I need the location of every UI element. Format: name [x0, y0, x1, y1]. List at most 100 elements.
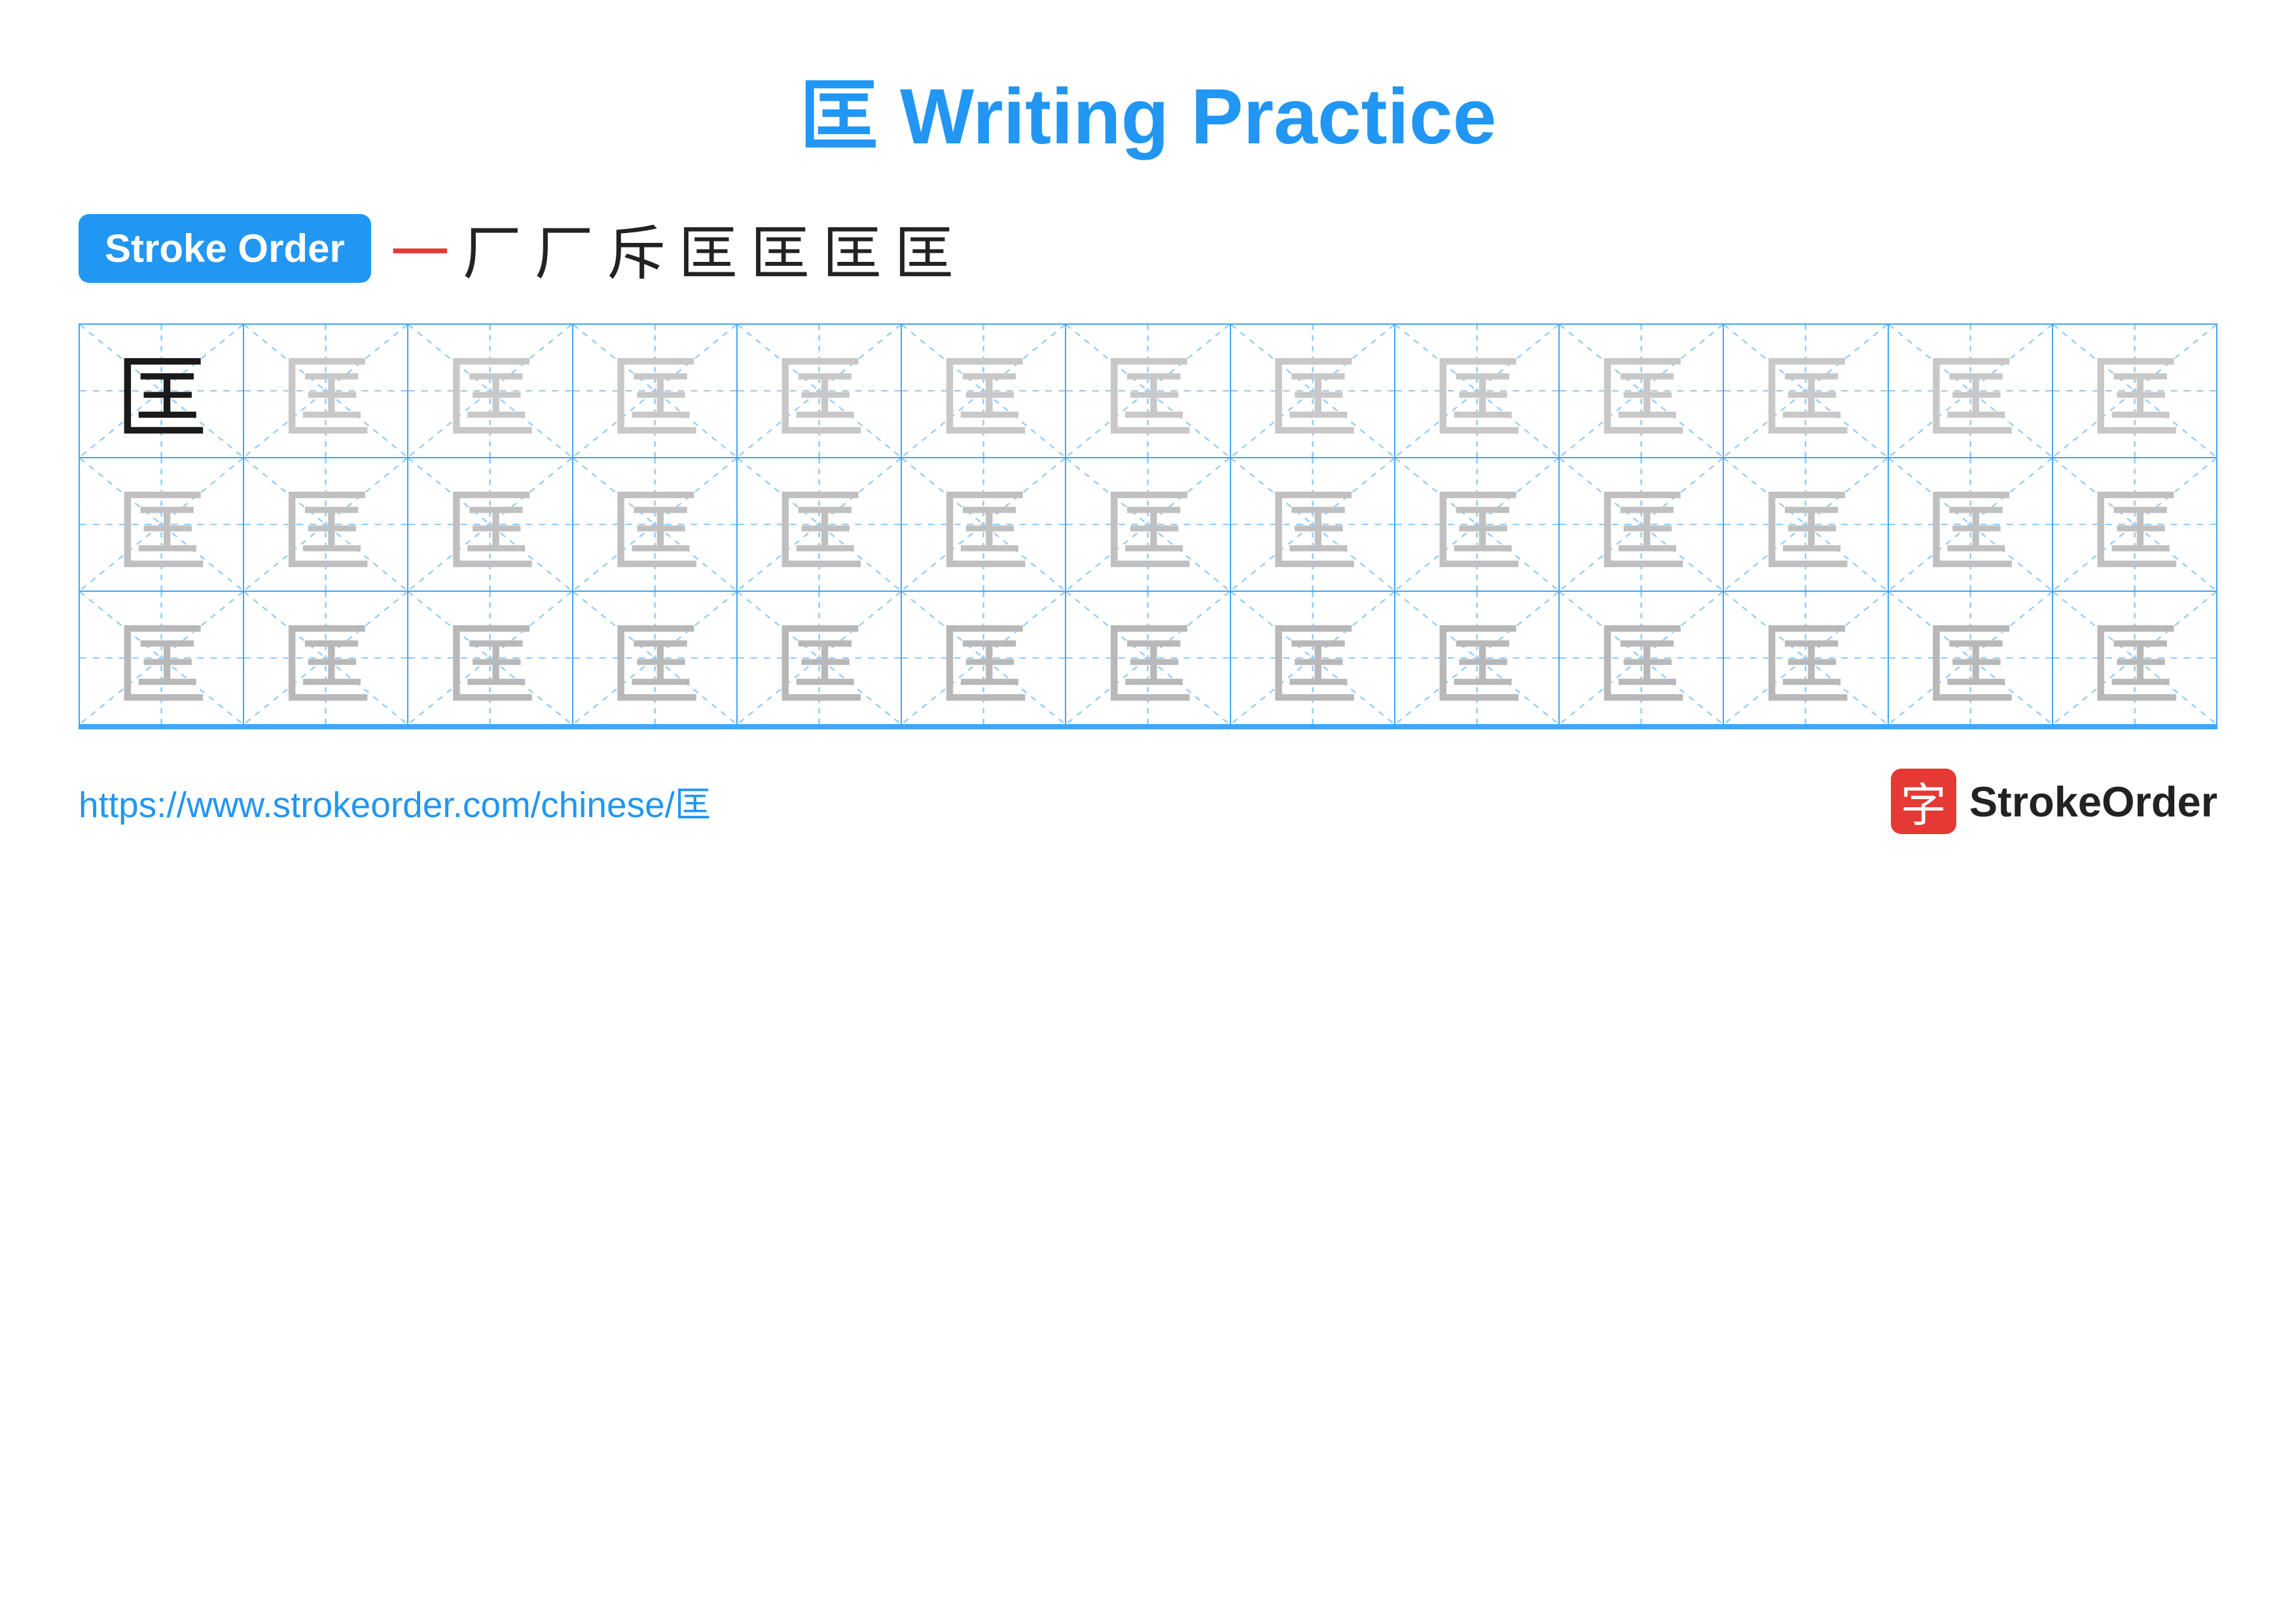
- brand-name: StrokeOrder: [1969, 777, 2217, 826]
- stroke-6: 匡: [751, 206, 810, 291]
- grid-cell[interactable]: 匡: [573, 325, 738, 457]
- grid-cell[interactable]: 匡: [573, 592, 738, 724]
- practice-char: 匡: [774, 458, 865, 591]
- grid-cell[interactable]: 匡: [1066, 592, 1230, 724]
- grid-cell[interactable]: 匡: [738, 458, 902, 591]
- practice-char: 匡: [938, 325, 1030, 457]
- practice-char: 匡: [1924, 458, 2016, 591]
- grid-cell[interactable]: 匡: [1724, 458, 1888, 591]
- grid-cell[interactable]: 匡: [80, 325, 244, 457]
- grid-cell[interactable]: 匡: [1066, 325, 1230, 457]
- grid-cell[interactable]: 匡: [573, 458, 738, 591]
- grid-cell[interactable]: 匡: [1395, 325, 1560, 457]
- grid-cell[interactable]: 匡: [244, 458, 408, 591]
- grid-cell[interactable]: 匡: [1889, 592, 2053, 724]
- grid-cell[interactable]: 匡: [408, 458, 573, 591]
- grid-cell[interactable]: 匡: [738, 325, 902, 457]
- stroke-7: 匡: [823, 206, 882, 291]
- practice-grid: 匡匡匡匡匡匡匡匡匡匡匡匡匡匡匡匡匡匡匡匡匡匡匡匡匡匡匡匡匡匡匡匡匡匡匡匡匡匡匡: [79, 323, 2217, 729]
- grid-row: 匡匡匡匡匡匡匡匡匡匡匡匡匡: [80, 592, 2216, 725]
- practice-char: 匡: [280, 458, 372, 591]
- practice-char: 匡: [1596, 325, 1687, 457]
- stroke-2: 厂: [463, 206, 522, 291]
- practice-char: 匡: [1596, 458, 1687, 591]
- grid-cell[interactable]: 匡: [902, 325, 1066, 457]
- grid-cell[interactable]: 匡: [1889, 325, 2053, 457]
- grid-cell[interactable]: 匡: [902, 592, 1066, 724]
- practice-char: 匡: [1102, 592, 1194, 724]
- practice-char: 匡: [774, 325, 865, 457]
- practice-char: 匡: [116, 325, 207, 457]
- stroke-order-row: Stroke Order 一 厂 厂 斥 匡 匡 匡 匡: [79, 206, 2217, 291]
- practice-char: 匡: [609, 458, 700, 591]
- practice-char: 匡: [1431, 592, 1522, 724]
- grid-cell[interactable]: 匡: [408, 325, 573, 457]
- practice-char: 匡: [280, 325, 372, 457]
- practice-char: 匡: [609, 592, 700, 724]
- practice-char: 匡: [609, 325, 700, 457]
- footer: https://www.strokeorder.com/chinese/匡 字 …: [79, 769, 2217, 834]
- stroke-5: 匡: [679, 206, 738, 291]
- grid-cell[interactable]: 匡: [1066, 458, 1230, 591]
- grid-cell[interactable]: 匡: [408, 592, 573, 724]
- practice-char: 匡: [1102, 325, 1194, 457]
- practice-char: 匡: [116, 592, 207, 724]
- practice-char: 匡: [1266, 458, 1358, 591]
- footer-url[interactable]: https://www.strokeorder.com/chinese/匡: [79, 775, 711, 828]
- practice-char: 匡: [1266, 592, 1358, 724]
- practice-char: 匡: [938, 592, 1030, 724]
- stroke-sequence: 一 厂 厂 斥 匡 匡 匡 匡: [391, 206, 954, 291]
- grid-row: [80, 727, 2216, 728]
- stroke-order-badge: Stroke Order: [79, 214, 371, 283]
- grid-cell[interactable]: 匡: [1560, 458, 1724, 591]
- grid-cell[interactable]: 匡: [902, 458, 1066, 591]
- grid-cell[interactable]: 匡: [244, 325, 408, 457]
- grid-cell[interactable]: 匡: [2053, 592, 2216, 724]
- grid-cell[interactable]: 匡: [1724, 325, 1888, 457]
- grid-cell[interactable]: 匡: [1231, 325, 1395, 457]
- stroke-4: 斥: [607, 206, 666, 291]
- grid-cell[interactable]: 匡: [244, 592, 408, 724]
- practice-char: 匡: [1102, 458, 1194, 591]
- footer-brand: 字 StrokeOrder: [1891, 769, 2217, 834]
- page-title: 匡 Writing Practice: [800, 52, 1497, 166]
- grid-cell[interactable]: 匡: [738, 592, 902, 724]
- grid-cell[interactable]: 匡: [1560, 592, 1724, 724]
- practice-char: 匡: [1266, 325, 1358, 457]
- grid-row: 匡匡匡匡匡匡匡匡匡匡匡匡匡: [80, 325, 2216, 458]
- grid-row: 匡匡匡匡匡匡匡匡匡匡匡匡匡: [80, 458, 2216, 592]
- practice-char: 匡: [1760, 325, 1852, 457]
- grid-cell[interactable]: 匡: [1395, 458, 1560, 591]
- practice-char: 匡: [444, 458, 536, 591]
- practice-char: 匡: [116, 458, 207, 591]
- grid-cell[interactable]: 匡: [1889, 458, 2053, 591]
- practice-char: 匡: [1924, 325, 2016, 457]
- grid-cell[interactable]: 匡: [2053, 458, 2216, 591]
- stroke-8: 匡: [895, 206, 954, 291]
- grid-cell[interactable]: 匡: [80, 458, 244, 591]
- stroke-3: 厂: [535, 206, 594, 291]
- grid-cell[interactable]: 匡: [1724, 592, 1888, 724]
- practice-char: 匡: [280, 592, 372, 724]
- brand-icon: 字: [1891, 769, 1956, 834]
- grid-cell[interactable]: 匡: [1560, 325, 1724, 457]
- grid-cell[interactable]: 匡: [1231, 592, 1395, 724]
- page: 匡 Writing Practice Stroke Order 一 厂 厂 斥 …: [0, 0, 2296, 1623]
- practice-char: 匡: [1760, 458, 1852, 591]
- practice-char: 匡: [1924, 592, 2016, 724]
- practice-char: 匡: [2089, 458, 2180, 591]
- practice-char: 匡: [1596, 592, 1687, 724]
- practice-char: 匡: [2089, 325, 2180, 457]
- grid-cell[interactable]: 匡: [1231, 458, 1395, 591]
- practice-char: 匡: [444, 325, 536, 457]
- practice-char: 匡: [774, 592, 865, 724]
- practice-char: 匡: [938, 458, 1030, 591]
- grid-cell[interactable]: 匡: [1395, 592, 1560, 724]
- grid-cell[interactable]: 匡: [2053, 325, 2216, 457]
- grid-cell[interactable]: 匡: [80, 592, 244, 724]
- practice-char: 匡: [1760, 592, 1852, 724]
- practice-char: 匡: [1431, 325, 1522, 457]
- practice-char: 匡: [2089, 592, 2180, 724]
- stroke-1: 一: [391, 206, 450, 291]
- practice-char: 匡: [1431, 458, 1522, 591]
